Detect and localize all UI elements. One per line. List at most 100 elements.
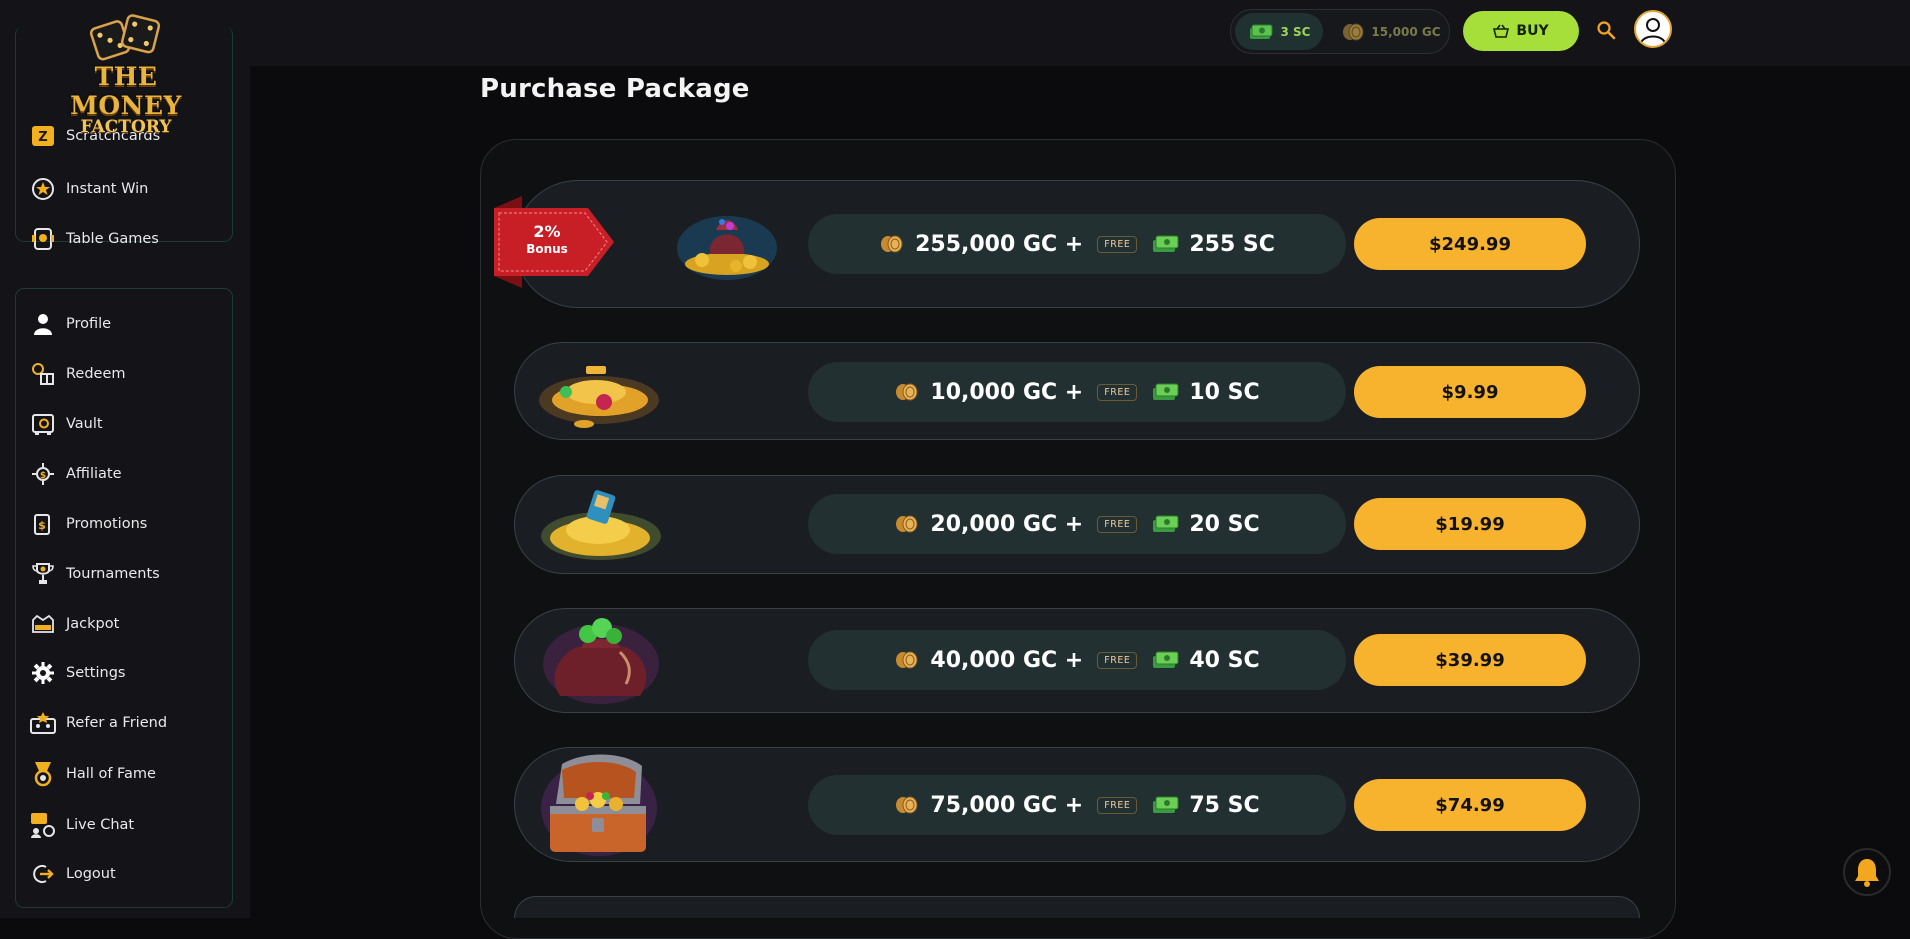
medal-icon: [30, 761, 56, 787]
brand-name-line1: THE MONEY: [70, 62, 182, 120]
bonus-label: Bonus: [526, 242, 568, 256]
sc-balance-text: 3 SC: [1280, 24, 1311, 39]
cash-icon: [1249, 24, 1272, 39]
sidebar-item-settings[interactable]: Settings: [30, 659, 125, 687]
free-badge: FREE: [1097, 515, 1138, 533]
jackpot-icon: [30, 611, 56, 637]
table-games-icon: [30, 226, 56, 252]
coins-icon: [881, 235, 903, 253]
sidebar-item-redeem[interactable]: Redeem: [30, 360, 126, 388]
treasure-chest-image: [541, 754, 657, 856]
notifications-button[interactable]: [1843, 848, 1891, 896]
cash-icon: [1153, 651, 1179, 668]
sidebar-item-label: Vault: [66, 416, 103, 432]
coin-pile-image: [541, 490, 661, 560]
sidebar-item-jackpot[interactable]: Jackpot: [30, 610, 119, 638]
free-badge: FREE: [1097, 235, 1138, 253]
bell-icon: [1855, 859, 1879, 887]
brand-name-line2: FACTORY: [80, 117, 172, 137]
buy-button[interactable]: BUY: [1463, 11, 1579, 51]
sidebar-item-label: Instant Win: [66, 181, 149, 197]
sc-amount: 255 SC: [1189, 231, 1275, 257]
sc-amount: 10 SC: [1189, 379, 1260, 405]
sidebar-item-refer-a-friend[interactable]: Refer a Friend: [30, 709, 167, 737]
sidebar-item-live-chat[interactable]: Live Chat: [30, 811, 134, 839]
sc-amount: 20 SC: [1189, 511, 1260, 537]
svg-text:$: $: [40, 471, 46, 481]
sidebar-item-label: Tournaments: [66, 566, 160, 582]
vault-icon: [30, 411, 56, 437]
coins-icon: [1343, 23, 1364, 40]
sc-amount: 75 SC: [1189, 792, 1260, 818]
sidebar-item-label: Promotions: [66, 516, 148, 532]
logout-icon: [30, 861, 56, 887]
instant-win-icon: [30, 176, 56, 202]
sidebar-item-instant-win[interactable]: Instant Win: [30, 175, 148, 203]
coins-icon: [896, 651, 918, 669]
sidebar-item-label: Logout: [66, 866, 116, 882]
avatar[interactable]: [1634, 10, 1672, 48]
buy-button-label: BUY: [1516, 23, 1549, 39]
brand-logo[interactable]: THE MONEY FACTORY: [36, 10, 216, 137]
sidebar-item-logout[interactable]: Logout: [30, 860, 116, 888]
sidebar-item-vault[interactable]: Vault: [30, 410, 103, 438]
promotions-icon: $: [30, 511, 56, 537]
chat-icon: [30, 812, 56, 838]
search-button[interactable]: [1596, 20, 1618, 42]
cash-icon: [1153, 796, 1179, 813]
search-icon: [1597, 21, 1616, 40]
free-badge: FREE: [1097, 651, 1138, 669]
dice-logo-icon: [89, 14, 161, 61]
sidebar-item-table-games[interactable]: Table Games: [30, 225, 159, 253]
buy-package-button[interactable]: $74.99: [1354, 779, 1586, 831]
buy-package-button[interactable]: $9.99: [1354, 366, 1586, 418]
sidebar-item-label: Refer a Friend: [66, 715, 168, 731]
sidebar-item-label: Live Chat: [66, 817, 135, 833]
sidebar-item-hall-of-fame[interactable]: Hall of Fame: [30, 760, 156, 788]
buy-package-button[interactable]: $39.99: [1354, 634, 1586, 686]
free-badge: FREE: [1097, 796, 1138, 814]
redeem-icon: [30, 361, 56, 387]
package-contents: 20,000 GC + FREE 20 SC: [808, 494, 1346, 554]
sidebar-item-affiliate[interactable]: $ Affiliate: [30, 460, 122, 488]
sidebar: Z Scratchcards Instant Win Table Games P…: [0, 26, 250, 918]
gc-amount: 75,000 GC +: [930, 792, 1084, 818]
cash-icon: [1153, 235, 1179, 252]
bonus-percent: 2%: [533, 222, 561, 241]
basket-icon: [1493, 24, 1510, 38]
sidebar-item-label: Affiliate: [66, 466, 122, 482]
gear-icon: [30, 660, 56, 686]
gc-amount: 10,000 GC +: [930, 379, 1084, 405]
top-bar: 3 SC 15,000 GC BUY: [0, 0, 1910, 66]
coins-icon: [896, 383, 918, 401]
buy-package-button[interactable]: $19.99: [1354, 498, 1586, 550]
cash-icon: [1153, 515, 1179, 532]
cash-icon: [1153, 383, 1179, 400]
package-row-partial: [514, 896, 1640, 918]
package-contents: 40,000 GC + FREE 40 SC: [808, 630, 1346, 690]
sc-amount: 40 SC: [1189, 647, 1260, 673]
profile-icon: [30, 311, 56, 337]
sidebar-item-label: Jackpot: [66, 616, 120, 632]
sidebar-item-label: Settings: [66, 665, 126, 681]
gc-amount: 20,000 GC +: [930, 511, 1084, 537]
sidebar-item-label: Hall of Fame: [66, 766, 156, 782]
sidebar-item-label: Profile: [66, 316, 112, 332]
package-contents: 255,000 GC + FREE 255 SC: [808, 214, 1346, 274]
gc-balance-text: 15,000 GC: [1371, 24, 1441, 39]
svg-text:$: $: [38, 519, 46, 532]
package-contents: 10,000 GC + FREE 10 SC: [808, 362, 1346, 422]
sc-balance-pill[interactable]: 3 SC: [1235, 13, 1323, 50]
sidebar-item-label: Table Games: [66, 231, 159, 247]
coins-icon: [896, 796, 918, 814]
wallet-balance[interactable]: 3 SC 15,000 GC: [1230, 9, 1450, 54]
coins-icon: [896, 515, 918, 533]
gc-balance-pill[interactable]: 15,000 GC: [1337, 13, 1445, 50]
coin-sack-image: [677, 216, 777, 280]
sidebar-item-promotions[interactable]: $ Promotions: [30, 510, 147, 538]
sidebar-item-profile[interactable]: Profile: [30, 310, 111, 338]
money-bag-image: [543, 618, 659, 704]
buy-package-button[interactable]: $249.99: [1354, 218, 1586, 270]
sidebar-item-label: Redeem: [66, 366, 126, 382]
sidebar-item-tournaments[interactable]: Tournaments: [30, 560, 160, 588]
